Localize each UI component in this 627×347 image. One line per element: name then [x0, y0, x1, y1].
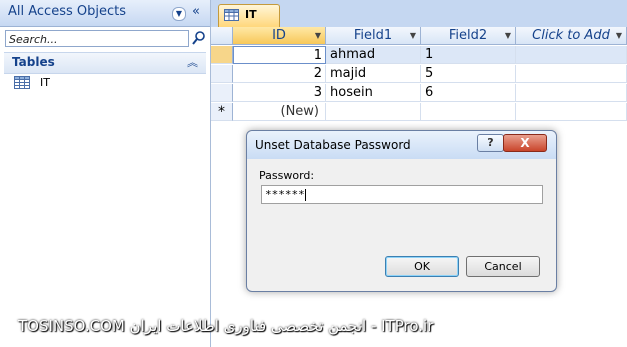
- cell-id[interactable]: 3: [233, 84, 326, 102]
- column-header-click-to-add[interactable]: Click to Add ▼: [516, 27, 627, 45]
- collapse-pane-icon[interactable]: «: [192, 4, 200, 19]
- column-header-row: ID ▼ Field1 ▼ Field2 ▼ Click to Add ▼: [211, 27, 627, 45]
- cell-field2[interactable]: 1: [421, 46, 516, 64]
- group-title: Tables: [12, 55, 55, 69]
- cell-empty[interactable]: [516, 103, 627, 121]
- table-icon: [14, 76, 30, 89]
- column-header-id[interactable]: ID ▼: [233, 27, 326, 45]
- dropdown-arrow-icon[interactable]: ▼: [315, 27, 321, 44]
- password-label: Password:: [259, 169, 315, 182]
- column-header-field1[interactable]: Field1 ▼: [326, 27, 421, 45]
- table-row[interactable]: 1 ahmad 1: [211, 46, 627, 64]
- chevron-down-icon[interactable]: ▼: [172, 7, 186, 21]
- tab-label: IT: [245, 8, 257, 21]
- navigation-pane: All Access Objects ▼ « Search... Tables …: [0, 0, 211, 347]
- dropdown-arrow-icon[interactable]: ▼: [410, 27, 416, 44]
- new-record-marker[interactable]: *: [211, 103, 233, 121]
- dropdown-arrow-icon[interactable]: ▼: [616, 27, 622, 44]
- dropdown-arrow-icon[interactable]: ▼: [505, 27, 511, 44]
- cell-empty[interactable]: [421, 103, 516, 121]
- record-selector[interactable]: [211, 65, 233, 83]
- cell-empty[interactable]: [516, 84, 627, 102]
- cell-field1[interactable]: ahmad: [326, 46, 421, 64]
- tab-it[interactable]: IT: [218, 4, 280, 27]
- ok-button[interactable]: OK: [385, 256, 459, 277]
- close-button[interactable]: X: [503, 134, 547, 152]
- cell-id[interactable]: 1: [233, 46, 326, 64]
- column-header-label: ID: [272, 28, 286, 43]
- cell-empty[interactable]: [516, 46, 627, 64]
- watermark-text: TOSINSO.COM انجمن تخصصی فناوری اطلاعات ا…: [18, 317, 434, 335]
- dialog-body: Password: ****** OK Cancel: [253, 159, 548, 283]
- column-header-field2[interactable]: Field2 ▼: [421, 27, 516, 45]
- chevron-up-icon[interactable]: ︽: [187, 54, 198, 70]
- cancel-button[interactable]: Cancel: [466, 256, 540, 277]
- search-input[interactable]: Search...: [5, 30, 189, 47]
- dialog-title: Unset Database Password: [255, 138, 411, 152]
- new-record-row[interactable]: * (New): [211, 103, 627, 121]
- column-header-label: Field1: [353, 28, 393, 43]
- select-all-cell[interactable]: [211, 27, 233, 45]
- password-field[interactable]: ******: [261, 185, 543, 204]
- cell-empty[interactable]: [516, 65, 627, 83]
- nav-pane-title[interactable]: All Access Objects: [8, 4, 126, 19]
- cell-id[interactable]: 2: [233, 65, 326, 83]
- cell-field2[interactable]: 5: [421, 65, 516, 83]
- nav-item-label: IT: [40, 76, 50, 89]
- dialog-titlebar[interactable]: Unset Database Password ? X: [247, 131, 556, 159]
- table-row[interactable]: 3 hosein 6: [211, 84, 627, 102]
- cell-field2[interactable]: 6: [421, 84, 516, 102]
- text-caret: [304, 189, 306, 201]
- tables-group-header[interactable]: Tables ︽: [4, 52, 206, 74]
- cell-field1[interactable]: majid: [326, 65, 421, 83]
- record-selector[interactable]: [211, 84, 233, 102]
- column-header-label: Field2: [448, 28, 488, 43]
- cell-empty[interactable]: [326, 103, 421, 121]
- unset-password-dialog: Unset Database Password ? X Password: **…: [246, 130, 557, 292]
- table-row[interactable]: 2 majid 5: [211, 65, 627, 83]
- nav-pane-header[interactable]: All Access Objects ▼ «: [0, 0, 210, 27]
- record-selector[interactable]: [211, 46, 233, 64]
- document-tab-bar: IT: [211, 0, 627, 28]
- help-button[interactable]: ?: [477, 134, 504, 152]
- column-header-label: Click to Add: [532, 28, 610, 43]
- search-icon[interactable]: [192, 30, 206, 46]
- cell-new[interactable]: (New): [233, 103, 326, 121]
- password-value: ******: [265, 188, 305, 201]
- table-icon: [224, 9, 239, 21]
- cell-field1[interactable]: hosein: [326, 84, 421, 102]
